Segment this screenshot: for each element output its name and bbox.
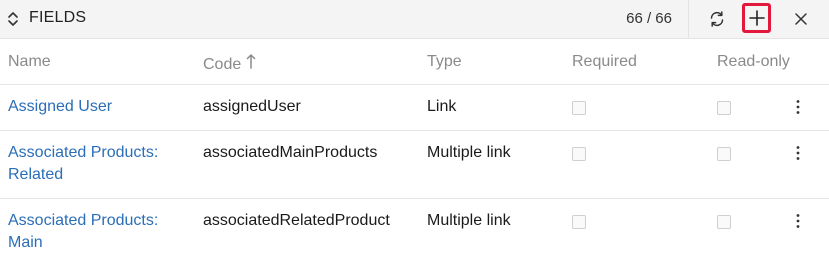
close-button[interactable]	[787, 5, 815, 33]
field-code: assignedUser	[203, 98, 301, 115]
chevron-up-down-icon[interactable]	[6, 8, 20, 30]
table-header: Name Code Type Required Read-only	[0, 40, 829, 84]
column-header-code[interactable]: Code	[203, 53, 256, 74]
column-header-name[interactable]: Name	[8, 53, 51, 71]
column-header-code-label: Code	[203, 56, 242, 73]
sort-ascending-icon	[246, 54, 256, 73]
required-checkbox	[572, 147, 586, 161]
table-row: Associated Products: Main associatedRela…	[0, 198, 829, 254]
refresh-icon	[710, 11, 724, 27]
close-icon	[795, 13, 807, 25]
field-name-link[interactable]: Assigned User	[8, 96, 188, 118]
field-code: associatedRelatedProduct	[203, 212, 390, 229]
plus-icon	[748, 10, 765, 26]
field-name-link[interactable]: Associated Products: Related	[8, 142, 188, 186]
more-vertical-icon	[796, 146, 800, 160]
row-menu-button[interactable]	[790, 96, 806, 118]
panel-header: FIELDS 66 / 66	[0, 0, 829, 39]
field-code: associatedMainProducts	[203, 144, 378, 161]
header-actions	[688, 0, 829, 39]
table-row: Assigned User assignedUser Link	[0, 84, 829, 130]
row-menu-button[interactable]	[790, 142, 806, 164]
row-menu-button[interactable]	[790, 210, 806, 232]
panel-title: FIELDS	[29, 9, 87, 26]
more-vertical-icon	[796, 100, 800, 114]
field-type: Multiple link	[427, 212, 511, 229]
readonly-checkbox	[717, 215, 731, 229]
add-field-button[interactable]	[742, 3, 771, 33]
refresh-button[interactable]	[703, 5, 731, 33]
record-count: 66 / 66	[626, 10, 672, 27]
field-type: Multiple link	[427, 144, 511, 161]
readonly-checkbox	[717, 101, 731, 115]
required-checkbox	[572, 215, 586, 229]
readonly-checkbox	[717, 147, 731, 161]
field-type: Link	[427, 98, 457, 115]
column-header-type[interactable]: Type	[427, 53, 462, 71]
field-name-link[interactable]: Associated Products: Main	[8, 210, 188, 254]
fields-panel: FIELDS 66 / 66 Name Code Type Required R…	[0, 0, 829, 254]
column-header-readonly[interactable]: Read-only	[717, 53, 790, 71]
column-header-required[interactable]: Required	[572, 53, 637, 71]
table-row: Associated Products: Related associatedM…	[0, 130, 829, 198]
more-vertical-icon	[796, 214, 800, 228]
required-checkbox	[572, 101, 586, 115]
